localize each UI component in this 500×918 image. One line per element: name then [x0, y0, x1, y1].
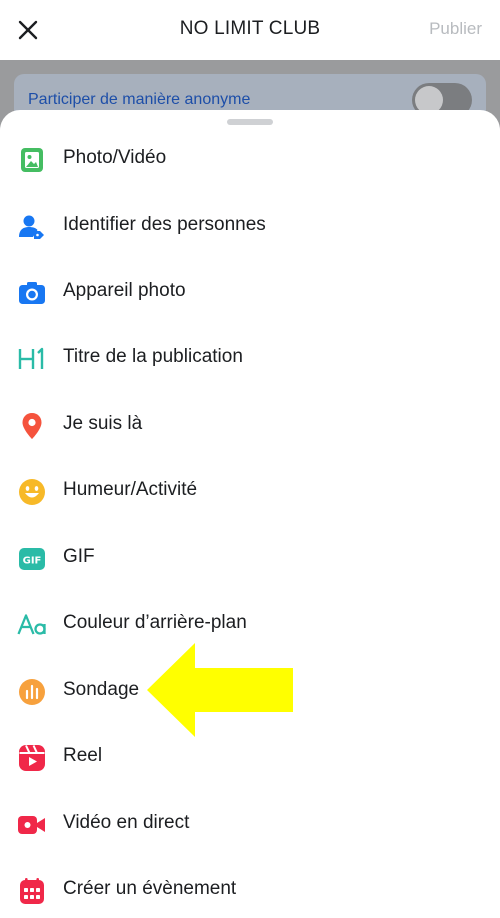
- menu-item-label: Sondage: [63, 679, 140, 700]
- photo-video-icon: [17, 145, 47, 175]
- menu-item-location[interactable]: Je suis là: [0, 397, 500, 453]
- menu-item-tag-people[interactable]: Identifier des personnes: [0, 198, 500, 254]
- camera-icon: [17, 278, 47, 308]
- menu-item-photo-video[interactable]: Photo/Vidéo: [0, 131, 500, 187]
- menu-item-label: Identifier des personnes: [63, 214, 266, 235]
- tag-people-icon: [17, 212, 47, 242]
- page-title: NO LIMIT CLUB: [179, 18, 321, 39]
- sheet-drag-handle[interactable]: [227, 119, 273, 125]
- menu-item-camera[interactable]: Appareil photo: [0, 264, 500, 320]
- menu-item-label: GIF: [63, 546, 95, 567]
- gif-icon: GIF: [17, 544, 47, 574]
- live-video-icon: [17, 810, 47, 840]
- menu-item-label: Photo/Vidéo: [63, 147, 167, 168]
- menu-item-label: Titre de la publication: [63, 346, 243, 367]
- menu-item-post-title[interactable]: Titre de la publication: [0, 330, 500, 386]
- feeling-icon: [17, 477, 47, 507]
- menu-item-label: Appareil photo: [63, 280, 186, 301]
- menu-item-label: Reel: [63, 745, 103, 766]
- menu-item-label: Couleur d’arrière-plan: [63, 612, 247, 633]
- menu-item-create-event[interactable]: Créer un évènement: [0, 862, 500, 918]
- poll-icon: [17, 677, 47, 707]
- svg-text:GIF: GIF: [23, 556, 42, 567]
- location-pin-icon: [17, 411, 47, 441]
- heading-icon: [17, 344, 47, 374]
- event-icon: [17, 876, 47, 906]
- menu-item-label: Humeur/Activité: [63, 479, 198, 500]
- post-options-sheet: Photo/Vidéo Identifier des personnes App…: [0, 110, 500, 918]
- menu-item-label: Créer un évènement: [63, 878, 237, 899]
- yellow-arrow-icon: [147, 643, 293, 737]
- menu-item-label: Je suis là: [63, 413, 143, 434]
- menu-item-feeling-activity[interactable]: Humeur/Activité: [0, 463, 500, 519]
- background-color-icon: [17, 610, 47, 640]
- menu-item-label: Vidéo en direct: [63, 812, 190, 833]
- menu-item-gif[interactable]: GIF GIF: [0, 530, 500, 586]
- reel-icon: [17, 743, 47, 773]
- publish-button[interactable]: Publier: [429, 19, 482, 39]
- top-bar: NO LIMIT CLUB Publier: [0, 0, 500, 60]
- menu-item-live-video[interactable]: Vidéo en direct: [0, 796, 500, 852]
- anonymous-participation-label: Participer de manière anonyme: [28, 91, 251, 108]
